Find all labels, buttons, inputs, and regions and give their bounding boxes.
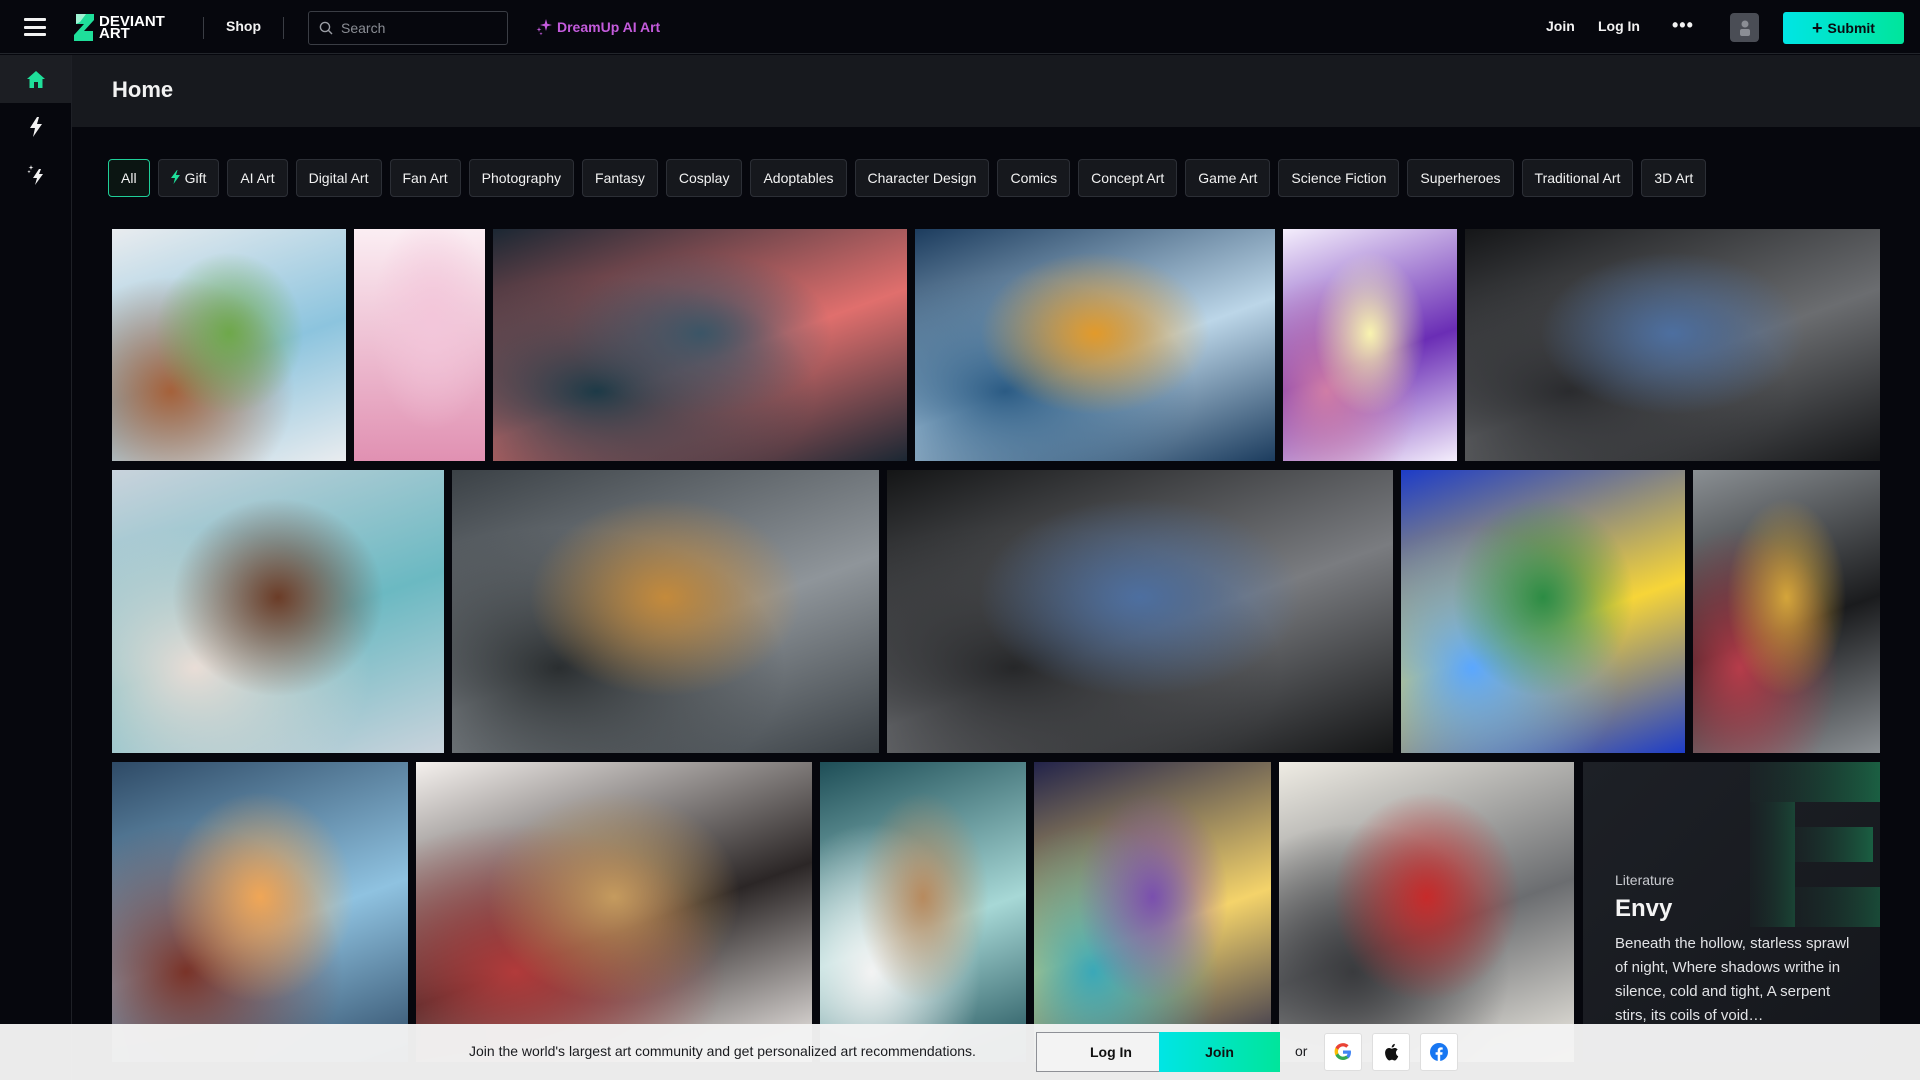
submit-label: Submit	[1827, 20, 1875, 36]
category-chip-gift[interactable]: Gift	[157, 159, 220, 197]
deviantart-logo[interactable]: DEVIANT ART	[74, 14, 165, 41]
category-chip-adoptables[interactable]: Adoptables	[750, 159, 847, 197]
shop-link[interactable]: Shop	[226, 18, 261, 34]
apple-login-button[interactable]	[1372, 1033, 1410, 1071]
page-header: Home	[72, 55, 1920, 127]
category-filter-bar: All Gift AI Art Digital Art Fan Art Photograp…	[108, 159, 1707, 197]
literature-decoration	[1750, 762, 1880, 927]
deviation-thumbnail[interactable]	[416, 762, 812, 1062]
or-label: or	[1295, 1043, 1308, 1059]
category-chip-label: Cosplay	[678, 170, 730, 186]
lightning-bolt-icon	[29, 117, 42, 137]
deviantart-logo-text: DEVIANT ART	[99, 14, 165, 41]
sidebar-item-home[interactable]	[0, 55, 71, 103]
deviation-thumbnail[interactable]	[354, 229, 485, 461]
dreamup-label: DreamUp AI Art	[557, 19, 661, 35]
category-chip-photography[interactable]: Photography	[468, 159, 575, 197]
deviation-thumbnail[interactable]	[1401, 470, 1685, 753]
google-login-button[interactable]	[1324, 1033, 1362, 1071]
category-chip-label: Superheroes	[1420, 170, 1501, 186]
deviation-thumbnail[interactable]	[452, 470, 879, 753]
user-silhouette-icon	[1739, 20, 1750, 36]
page-title: Home	[112, 77, 174, 102]
literature-excerpt: Beneath the hollow, starless sprawl of n…	[1615, 935, 1850, 1024]
category-chip-digital-art[interactable]: Digital Art	[295, 159, 382, 197]
facebook-login-button[interactable]	[1420, 1033, 1458, 1071]
category-chip-label: Character Design	[867, 170, 977, 186]
google-icon	[1334, 1043, 1351, 1060]
login-link[interactable]: Log In	[1598, 18, 1640, 34]
category-chip-label: Fantasy	[595, 170, 645, 186]
deviation-thumbnail[interactable]	[493, 229, 907, 461]
category-chip-comics[interactable]: Comics	[997, 159, 1071, 197]
category-chip-label: Fan Art	[402, 170, 448, 186]
search-input[interactable]	[341, 20, 501, 36]
deviation-thumbnail[interactable]	[887, 470, 1393, 753]
sparkle-bolt-icon	[26, 165, 43, 185]
deviation-thumbnail[interactable]	[1279, 762, 1574, 1062]
category-chip-label: 3D Art	[1654, 170, 1694, 186]
submit-button[interactable]: + Submit	[1783, 12, 1904, 44]
category-chip-label: All	[121, 170, 137, 186]
join-banner: Join the world's largest art community a…	[0, 1024, 1920, 1080]
category-chip-ai-art[interactable]: AI Art	[227, 159, 288, 197]
search-box[interactable]	[308, 11, 508, 45]
category-chip-3d-art[interactable]: 3D Art	[1641, 159, 1707, 197]
deviantart-logo-icon	[74, 14, 94, 41]
sparkle-icon	[536, 19, 552, 36]
more-options-icon[interactable]: •••	[1672, 15, 1694, 36]
category-chip-label: Game Art	[1198, 170, 1258, 186]
hamburger-menu-icon[interactable]	[24, 18, 46, 36]
category-chip-superheroes[interactable]: Superheroes	[1407, 159, 1514, 197]
deviation-thumbnail[interactable]	[1465, 229, 1880, 461]
literature-title: Envy	[1615, 895, 1673, 922]
deviation-thumbnail[interactable]	[112, 470, 444, 753]
category-chip-label: Comics	[1010, 170, 1058, 186]
nav-divider	[283, 17, 284, 39]
category-chip-label: Digital Art	[308, 170, 369, 186]
dreamup-ai-art-link[interactable]: DreamUp AI Art	[535, 18, 660, 36]
deviation-thumbnail[interactable]	[915, 229, 1275, 461]
category-chip-label: Traditional Art	[1534, 170, 1621, 186]
avatar[interactable]	[1730, 13, 1759, 42]
facebook-icon	[1430, 1043, 1448, 1061]
category-chip-all[interactable]: All	[108, 159, 150, 197]
top-navigation-bar: DEVIANT ART Shop DreamUp AI Art Join Log…	[0, 0, 1920, 54]
category-chip-concept-art[interactable]: Concept Art	[1078, 159, 1178, 197]
category-chip-game-art[interactable]: Game Art	[1185, 159, 1271, 197]
literature-card[interactable]: Literature Envy Beneath the hollow, star…	[1583, 762, 1880, 1062]
category-chip-fantasy[interactable]: Fantasy	[582, 159, 658, 197]
category-chip-fan-art[interactable]: Fan Art	[389, 159, 461, 197]
deviation-thumbnail[interactable]	[820, 762, 1026, 1062]
banner-join-button[interactable]: Join	[1159, 1032, 1280, 1072]
home-icon	[26, 70, 45, 88]
category-chip-label: Concept Art	[1091, 170, 1165, 186]
category-chip-label: Photography	[481, 170, 562, 186]
literature-category: Literature	[1615, 872, 1675, 888]
sidebar-item-dreamup[interactable]	[0, 151, 71, 199]
left-sidebar	[0, 55, 72, 1080]
bolt-icon	[170, 169, 180, 187]
category-chip-label: Gift	[184, 170, 207, 186]
nav-divider	[203, 17, 204, 39]
deviation-thumbnail[interactable]	[1283, 229, 1457, 461]
category-chip-traditional-art[interactable]: Traditional Art	[1521, 159, 1634, 197]
deviation-thumbnail[interactable]	[112, 229, 346, 461]
deviation-thumbnail[interactable]	[1034, 762, 1271, 1062]
join-link[interactable]: Join	[1546, 18, 1575, 34]
category-chip-character-design[interactable]: Character Design	[854, 159, 990, 197]
category-chip-cosplay[interactable]: Cosplay	[665, 159, 743, 197]
plus-icon: +	[1812, 18, 1823, 38]
search-icon	[319, 21, 333, 35]
category-chip-label: Science Fiction	[1291, 170, 1387, 186]
apple-icon	[1385, 1043, 1399, 1061]
deviation-thumbnail[interactable]	[112, 762, 408, 1062]
deviation-thumbnail[interactable]	[1693, 470, 1880, 753]
category-chip-label: Adoptables	[763, 170, 834, 186]
category-chip-science-fiction[interactable]: Science Fiction	[1278, 159, 1400, 197]
sidebar-item-watch[interactable]	[0, 103, 71, 151]
category-chip-label: AI Art	[240, 170, 275, 186]
join-banner-text: Join the world's largest art community a…	[469, 1043, 976, 1059]
